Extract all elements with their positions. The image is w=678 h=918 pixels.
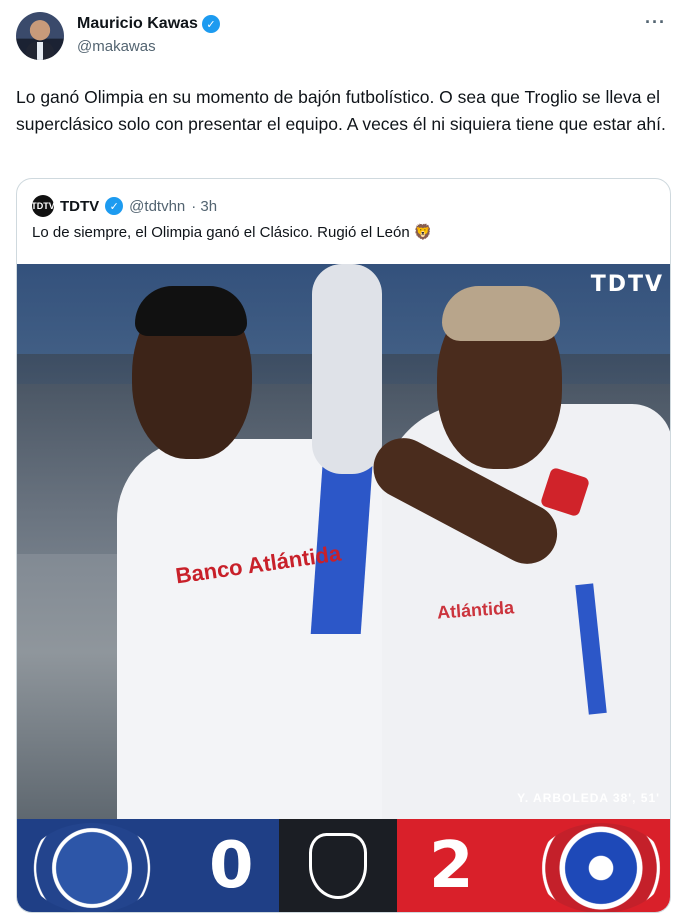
quoted-author-handle[interactable]: @tdtvhn [129,198,185,215]
olimpia-crest-icon [536,823,666,912]
author-avatar[interactable] [16,12,64,60]
league-emblem-icon [309,833,367,899]
quoted-tweet[interactable]: TDTV TDTV ✓ @tdtvhn · 3h Lo de siempre, … [16,178,671,913]
quoted-text: Lo de siempre, el Olimpia ganó el Clásic… [32,224,433,241]
home-score: 0 [209,829,254,903]
scoreboard-home: 0 [17,819,279,912]
quoted-verified-badge-icon: ✓ [105,197,124,215]
scoreboard-away: 2 [397,819,670,912]
author-handle[interactable]: @makawas [77,38,156,55]
player-1-hair [135,286,247,336]
photo-watermark: TDTV [590,272,664,297]
scoreboard-center [279,819,397,912]
quoted-avatar[interactable]: TDTV [31,195,55,217]
author-name-row: Mauricio Kawas ✓ [77,15,220,33]
verified-badge-icon: ✓ [201,15,220,33]
author-name[interactable]: Mauricio Kawas [77,15,198,33]
player-1-jersey [117,439,427,819]
quoted-author-name[interactable]: TDTV [60,198,99,215]
quoted-header: TDTV TDTV ✓ @tdtvhn · 3h [31,195,217,217]
photo-caption: Y. ARBOLEDA 38', 51' [517,791,660,805]
avatar-shirt [37,42,43,60]
scoreboard: 0 2 [17,819,670,912]
tweet-header: Mauricio Kawas ✓ @makawas ··· [16,12,666,62]
away-score: 2 [429,829,474,903]
player-2-hair [442,286,560,341]
quoted-time[interactable]: · 3h [191,198,217,215]
player-1-raised-arm [312,264,382,474]
tweet-text: Lo ganó Olimpia en su momento de bajón f… [16,87,666,134]
quoted-photo[interactable]: Banco Atlántida Atlántida TDTV Y. ARBOLE… [17,264,670,819]
more-options-icon[interactable]: ··· [645,12,666,33]
motagua-crest-icon [27,823,157,912]
